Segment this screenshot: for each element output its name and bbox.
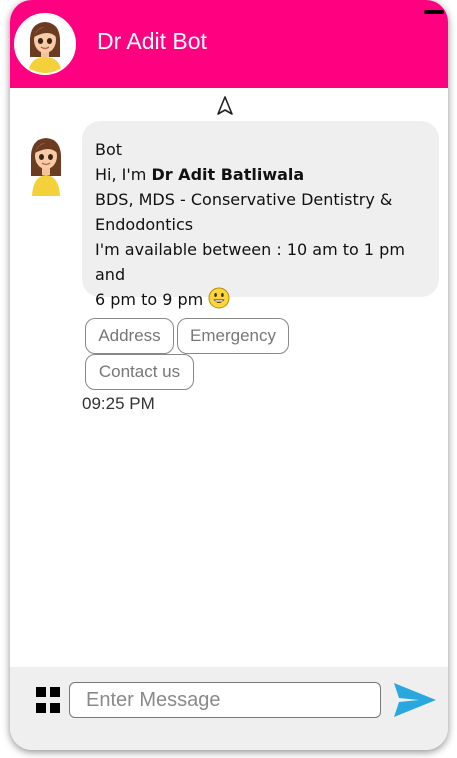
- bot-message-bubble: Bot Hi, I'm Dr Adit Batliwala BDS, MDS -…: [82, 121, 439, 309]
- grid-menu-icon[interactable]: [36, 687, 60, 715]
- quick-reply-emergency[interactable]: Emergency: [177, 318, 289, 354]
- bot-avatar: [24, 136, 68, 196]
- chat-title: Dr Adit Bot: [97, 28, 207, 54]
- paper-plane-icon[interactable]: [393, 681, 437, 719]
- quick-reply-contact-us[interactable]: Contact us: [85, 354, 194, 390]
- availability-line-1: I'm available between : 10 am to 1 pm an…: [95, 240, 405, 284]
- message-timestamp: 09:25 PM: [82, 394, 155, 413]
- message-composer: [10, 667, 448, 750]
- greeting-prefix: Hi, I'm: [95, 165, 152, 184]
- qualifications: BDS, MDS - Conservative Dentistry & Endo…: [95, 190, 393, 234]
- greeting-line: Hi, I'm Dr Adit Batliwala: [95, 162, 426, 187]
- quick-reply-address[interactable]: Address: [85, 318, 174, 354]
- availability-line-2-row: 6 pm to 9 pm: [95, 287, 426, 312]
- chat-widget: Dr Adit Bot Bot Hi, I'm Dr Adit Batliwal…: [10, 0, 448, 750]
- doctor-name: Dr Adit Batliwala: [151, 165, 305, 184]
- message-sender: Bot: [95, 140, 123, 159]
- navigation-arrow-icon[interactable]: [215, 95, 235, 117]
- availability-line-2: 6 pm to 9 pm: [95, 290, 204, 309]
- message-input[interactable]: [69, 682, 381, 718]
- smiley-emoji-icon: [208, 287, 230, 309]
- chat-header: Dr Adit Bot: [10, 0, 448, 88]
- minimize-button[interactable]: [424, 10, 444, 14]
- bot-avatar-header: [14, 13, 76, 75]
